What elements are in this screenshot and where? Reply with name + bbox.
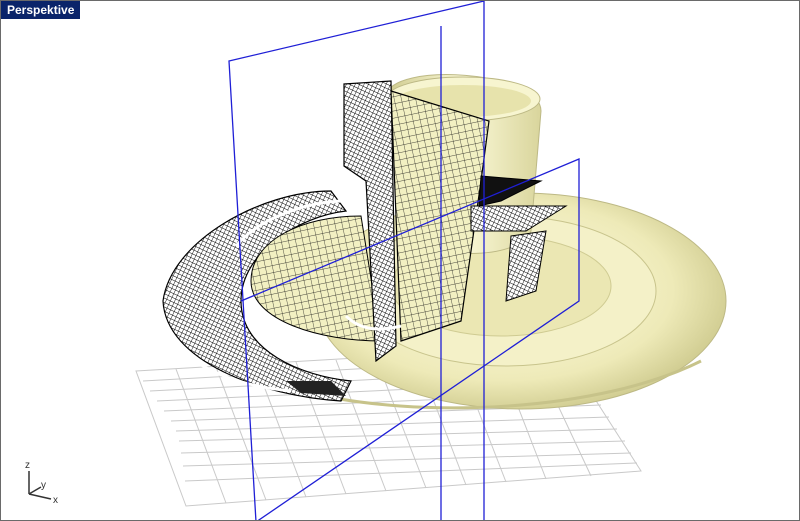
perspective-viewport[interactable]: Perspektive z y x: [0, 0, 800, 521]
axis-y-label: y: [41, 480, 46, 491]
viewport-title[interactable]: Perspektive: [1, 1, 81, 19]
viewport-canvas[interactable]: z y x: [1, 1, 800, 521]
axis-z-label: z: [25, 460, 30, 471]
axes-widget: z y x: [25, 460, 58, 506]
axis-x-label: x: [53, 495, 58, 506]
